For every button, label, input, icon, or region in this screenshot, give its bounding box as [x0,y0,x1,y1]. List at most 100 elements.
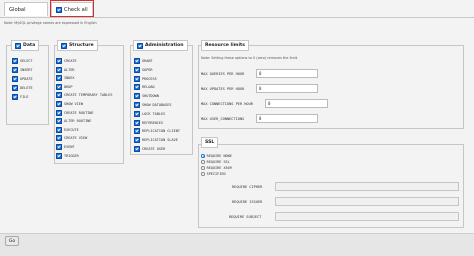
checkbox[interactable] [134,84,140,91]
max-queries-input[interactable]: 0 [256,69,318,78]
checkbox[interactable] [134,58,140,64]
structure-checkbox-item[interactable]: CREATE [56,58,77,64]
resource-limits-note: Note: Setting these options to 0 (zero) … [201,56,299,60]
checkbox[interactable] [134,137,140,144]
structure-checkbox-item[interactable]: CREATE TEMPORARY TABLES [56,92,112,99]
structure-checkbox-item[interactable]: DROP [56,83,73,90]
require-subject-input[interactable] [275,212,459,221]
checkbox[interactable] [56,152,62,159]
checkbox[interactable] [134,110,140,117]
administration-checkbox-item[interactable]: PROCESS [134,75,157,82]
ssl-radio-option[interactable]: SPECIFIED [201,172,226,176]
require-subject-label: REQUIRE SUBJECT [229,215,262,219]
structure-checkbox-item[interactable]: INDEX [56,75,75,82]
administration-checkbox-item[interactable]: RELOAD [134,84,155,91]
administration-item-label: REFERENCES [142,120,164,125]
data-item-label: UPDATE [20,77,33,81]
tab-global-privileges[interactable]: Global privileges [4,2,48,27]
administration-item-label: LOCK TABLES [142,111,166,116]
radio-button[interactable] [201,166,205,170]
checkbox[interactable] [56,92,62,99]
ssl-option-label: REQUIRE SSL [206,160,230,164]
administration-checkbox-item[interactable]: LOCK TABLES [134,110,166,117]
data-checkbox-item[interactable]: INSERT [12,67,33,73]
checkbox[interactable] [56,144,62,150]
go-button[interactable]: Go [5,236,19,246]
structure-checkbox-item[interactable]: SHOW VIEW [56,101,83,107]
resource-limits-legend: Resource limits [201,40,249,51]
checkbox[interactable] [134,93,140,100]
structure-checkbox-item[interactable]: TRIGGER [56,152,79,159]
administration-group-legend[interactable]: Administration [133,40,188,51]
max-updates-input[interactable]: 0 [256,84,318,93]
structure-group-legend[interactable]: Structure [57,40,98,51]
require-cipher-input[interactable] [275,182,459,191]
check-all-highlight [50,0,94,17]
structure-checkbox-item[interactable]: ALTER [56,66,75,73]
max-connections-label: MAX CONNECTIONS PER HOUR [201,102,253,106]
structure-group-checkbox[interactable] [61,42,67,49]
ssl-radio-option[interactable]: REQUIRE SSL [201,160,230,164]
checkbox[interactable] [134,102,140,108]
administration-checkbox-item[interactable]: CREATE USER [134,146,165,152]
checkbox[interactable] [56,66,62,73]
data-group-checkbox[interactable] [15,42,21,49]
checkbox[interactable] [56,135,62,142]
administration-group-title: Administration [145,42,184,48]
checkbox[interactable] [12,94,18,100]
administration-checkbox-item[interactable]: REPLICATION SLAVE [134,137,178,144]
checkbox[interactable] [12,85,18,91]
checkbox[interactable] [12,76,18,82]
checkbox[interactable] [56,58,62,64]
structure-checkbox-item[interactable]: ALTER ROUTINE [56,118,91,125]
checkbox[interactable] [12,67,18,73]
checkbox[interactable] [56,126,62,133]
checkbox[interactable] [12,58,18,64]
checkbox[interactable] [56,83,62,90]
checkbox[interactable] [134,66,140,73]
data-checkbox-item[interactable]: DELETE [12,85,33,91]
checkbox[interactable] [56,118,62,125]
require-cipher-label: REQUIRE CIPHER [232,185,263,189]
structure-item-label: INDEX [64,76,75,81]
require-issuer-input[interactable] [275,197,459,206]
data-group-legend[interactable]: Data [11,40,40,51]
structure-checkbox-item[interactable]: EXECUTE [56,126,79,133]
structure-item-label: DROP [64,84,73,89]
structure-checkbox-item[interactable]: EVENT [56,144,75,150]
structure-item-label: CREATE VIEW [64,136,88,141]
administration-checkbox-item[interactable]: GRANT [134,58,153,64]
administration-item-label: GRANT [142,59,153,63]
administration-item-label: REPLICATION CLIENT [142,129,180,134]
structure-checkbox-item[interactable]: CREATE ROUTINE [56,109,94,116]
data-group-title: Data [23,42,36,48]
checkbox[interactable] [56,109,62,116]
checkbox[interactable] [56,75,62,82]
administration-checkbox-item[interactable]: REPLICATION CLIENT [134,128,180,135]
checkbox[interactable] [134,75,140,82]
checkbox[interactable] [56,101,62,107]
radio-button[interactable] [201,154,205,158]
administration-item-label: SHOW DATABASES [142,103,172,107]
checkbox[interactable] [134,128,140,135]
radio-button[interactable] [201,172,205,176]
administration-checkbox-item[interactable]: SHUTDOWN [134,93,159,100]
radio-button[interactable] [201,160,205,164]
structure-item-label: EXECUTE [64,127,79,132]
ssl-radio-option[interactable]: REQUIRE NONE [201,154,232,158]
administration-checkbox-item[interactable]: REFERENCES [134,119,164,126]
structure-checkbox-item[interactable]: CREATE VIEW [56,135,88,142]
data-checkbox-item[interactable]: SELECT [12,58,33,64]
data-checkbox-item[interactable]: FILE [12,94,28,100]
max-user-connections-input[interactable]: 0 [256,114,318,123]
administration-checkbox-item[interactable]: SHOW DATABASES [134,102,172,108]
checkbox[interactable] [134,146,140,152]
checkbox[interactable] [134,119,140,126]
structure-item-label: EVENT [64,145,75,149]
administration-checkbox-item[interactable]: SUPER [134,66,153,73]
data-checkbox-item[interactable]: UPDATE [12,76,33,82]
administration-group-checkbox[interactable] [137,42,143,49]
max-queries-label: MAX QUERIES PER HOUR [201,72,245,76]
max-connections-input[interactable]: 0 [265,99,328,108]
ssl-radio-option[interactable]: REQUIRE X509 [201,166,232,170]
